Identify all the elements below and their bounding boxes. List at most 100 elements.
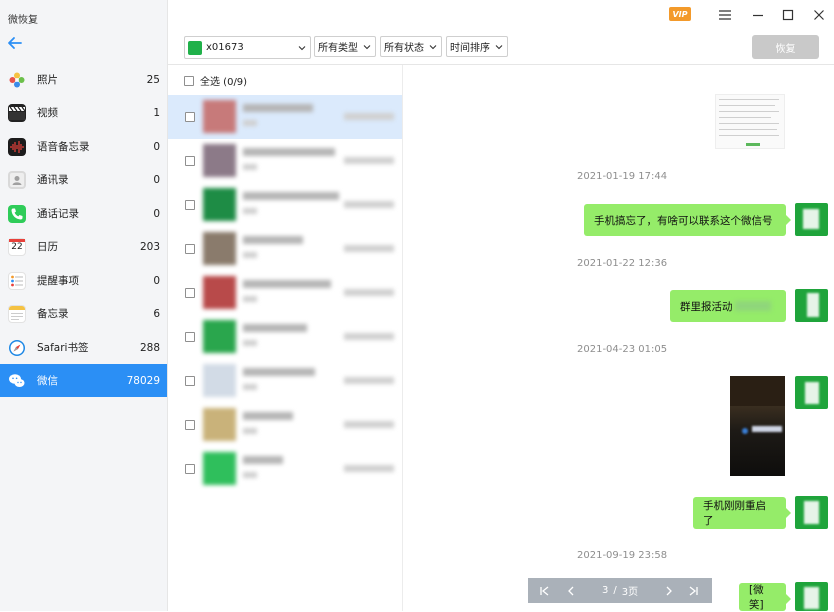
list-item[interactable] (168, 139, 402, 183)
sidebar-item-label: 提醒事项 (37, 275, 79, 287)
message-bubble[interactable]: [微笑] (739, 583, 791, 611)
contact-date-redacted (344, 377, 394, 384)
sidebar-item-count: 0 (153, 207, 160, 220)
restore-button[interactable]: 恢复 (752, 35, 819, 59)
sidebar-item-wechat[interactable]: 微信 78029 (0, 364, 167, 397)
next-page-icon[interactable] (660, 582, 678, 600)
select-all-checkbox[interactable] (184, 75, 194, 86)
notes-icon (8, 304, 26, 323)
maximize-icon[interactable] (779, 6, 797, 24)
list-item[interactable] (168, 227, 402, 271)
back-arrow-icon[interactable] (6, 34, 24, 52)
sidebar-item-count: 1 (153, 106, 160, 119)
menu-icon[interactable] (716, 6, 734, 24)
total-pages: 3页 (621, 587, 639, 598)
sidebar-item-calendar[interactable]: 22 日历 203 (0, 230, 167, 263)
row-checkbox[interactable] (185, 200, 195, 210)
row-checkbox[interactable] (185, 420, 195, 430)
page-separator: / (613, 585, 617, 596)
row-checkbox[interactable] (185, 156, 195, 166)
contact-date-redacted (344, 157, 394, 164)
sidebar-item-video[interactable]: 视频 1 (0, 96, 167, 129)
calendar-icon: 22 (8, 237, 26, 256)
row-checkbox[interactable] (185, 288, 195, 298)
contact-preview-redacted (243, 164, 257, 170)
sidebar-item-label: 日历 (37, 241, 58, 253)
sidebar-item-label: 通话记录 (37, 208, 79, 220)
prev-page-icon[interactable] (562, 582, 580, 600)
contact-avatar (203, 320, 236, 353)
sender-avatar (795, 289, 828, 322)
list-item[interactable] (168, 271, 402, 315)
toolbar-divider (168, 64, 834, 65)
row-checkbox[interactable] (185, 464, 195, 474)
sidebar-item-label: 语音备忘录 (37, 141, 90, 153)
last-page-icon[interactable] (684, 582, 702, 600)
sidebar-item-label: 微信 (37, 375, 58, 387)
account-select[interactable]: x01673 (184, 36, 311, 59)
sidebar-item-call-log[interactable]: 通话记录 0 (0, 197, 167, 230)
contact-name-redacted (243, 368, 315, 376)
contact-preview-redacted (243, 428, 257, 434)
message-bubble[interactable]: 群里报活动 (670, 290, 786, 322)
contact-avatar (203, 100, 236, 133)
row-checkbox[interactable] (185, 244, 195, 254)
sidebar-item-count: 203 (139, 240, 160, 253)
contact-avatar (203, 408, 236, 441)
contact-avatar (203, 188, 236, 221)
message-bubble[interactable]: 手机刚刚重启了 (693, 497, 791, 529)
sidebar-item-count: 6 (153, 307, 160, 320)
contact-avatar (203, 452, 236, 485)
contact-avatar (203, 232, 236, 265)
select-all-label: 全选 (0/9) (200, 77, 248, 88)
sender-avatar (795, 496, 828, 529)
sidebar-item-count: 0 (153, 173, 160, 186)
current-page[interactable]: 3 (602, 585, 608, 596)
row-checkbox[interactable] (185, 332, 195, 342)
sidebar-item-label: 备忘录 (37, 308, 69, 320)
chevron-down-icon (495, 44, 503, 49)
dropdown-label: 时间排序 (450, 43, 490, 54)
photo-message[interactable] (730, 376, 785, 476)
contacts-icon (8, 170, 26, 189)
sidebar-item-safari-bookmarks[interactable]: Safari书签 288 (0, 331, 167, 364)
contact-preview-redacted (243, 384, 257, 390)
row-checkbox[interactable] (185, 112, 195, 122)
minimize-icon[interactable] (749, 6, 767, 24)
list-item[interactable] (168, 183, 402, 227)
list-item[interactable] (168, 95, 402, 139)
list-item[interactable] (168, 315, 402, 359)
status-filter-dropdown[interactable]: 所有状态 (380, 36, 442, 57)
sidebar: 微恢复 照片 25 视频 1 语音备忘录 0 通讯录 0 通话记录 0 22 日… (0, 0, 168, 611)
message-bubble[interactable]: 手机搞忘了，有啥可以联系这个微信号 (584, 204, 791, 236)
sidebar-item-photos[interactable]: 照片 25 (0, 63, 167, 96)
dropdown-label: 所有状态 (384, 43, 424, 54)
sidebar-item-reminders[interactable]: 提醒事项 0 (0, 264, 167, 297)
image-message-thumbnail[interactable] (715, 94, 785, 149)
sidebar-item-contacts[interactable]: 通讯录 0 (0, 163, 167, 196)
contact-preview-redacted (243, 120, 257, 126)
contact-preview-redacted (243, 472, 257, 478)
row-checkbox[interactable] (185, 376, 195, 386)
contact-name-redacted (243, 280, 331, 288)
first-page-icon[interactable] (536, 582, 554, 600)
sidebar-item-label: 通讯录 (37, 174, 69, 186)
contact-name-redacted (243, 456, 283, 464)
close-icon[interactable] (810, 6, 828, 24)
sidebar-item-notes[interactable]: 备忘录 6 (0, 297, 167, 330)
list-item[interactable] (168, 447, 402, 491)
select-all[interactable]: 全选 (0/9) (184, 73, 247, 88)
contact-preview-redacted (243, 340, 257, 346)
sidebar-item-voice-memo[interactable]: 语音备忘录 0 (0, 130, 167, 163)
vip-badge[interactable]: VIP (669, 7, 691, 21)
message-timestamp: 2021-04-23 01:05 (577, 344, 668, 355)
type-filter-dropdown[interactable]: 所有类型 (314, 36, 376, 57)
video-icon (8, 103, 26, 122)
list-item[interactable] (168, 403, 402, 447)
redacted-text (734, 301, 771, 311)
sort-dropdown[interactable]: 时间排序 (446, 36, 508, 57)
chevron-down-icon (363, 44, 371, 49)
message-text: 群里报活动 (680, 300, 733, 313)
account-id: x01673 (206, 42, 244, 53)
list-item[interactable] (168, 359, 402, 403)
